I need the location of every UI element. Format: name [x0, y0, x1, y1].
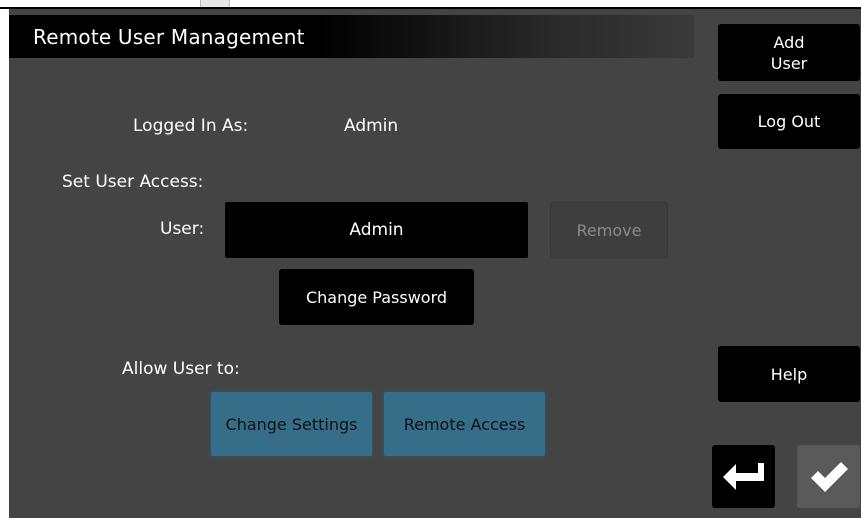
remove-button[interactable]: Remove	[550, 202, 668, 258]
logged-in-value: Admin	[344, 116, 399, 136]
log-out-button[interactable]: Log Out	[718, 94, 860, 149]
user-select-field[interactable]: Admin	[225, 202, 528, 258]
window-top-edge	[0, 0, 861, 9]
back-button[interactable]	[712, 445, 775, 508]
change-password-button[interactable]: Change Password	[279, 269, 474, 325]
allow-user-label: Allow User to:	[122, 359, 240, 379]
logged-in-label: Logged In As:	[133, 116, 249, 136]
user-label: User:	[160, 219, 205, 239]
confirm-button[interactable]	[797, 445, 860, 508]
remote-access-toggle[interactable]: Remote Access	[383, 391, 546, 457]
change-settings-toggle[interactable]: Change Settings	[210, 391, 373, 457]
title-bar: Remote User Management	[9, 15, 694, 58]
checkmark-icon	[810, 461, 848, 492]
window-tab-notch	[200, 0, 230, 7]
page-title: Remote User Management	[33, 25, 305, 49]
set-user-access-label: Set User Access:	[62, 172, 204, 192]
add-user-button[interactable]: Add User	[718, 24, 860, 81]
return-arrow-icon	[722, 462, 764, 490]
help-button[interactable]: Help	[718, 346, 860, 402]
